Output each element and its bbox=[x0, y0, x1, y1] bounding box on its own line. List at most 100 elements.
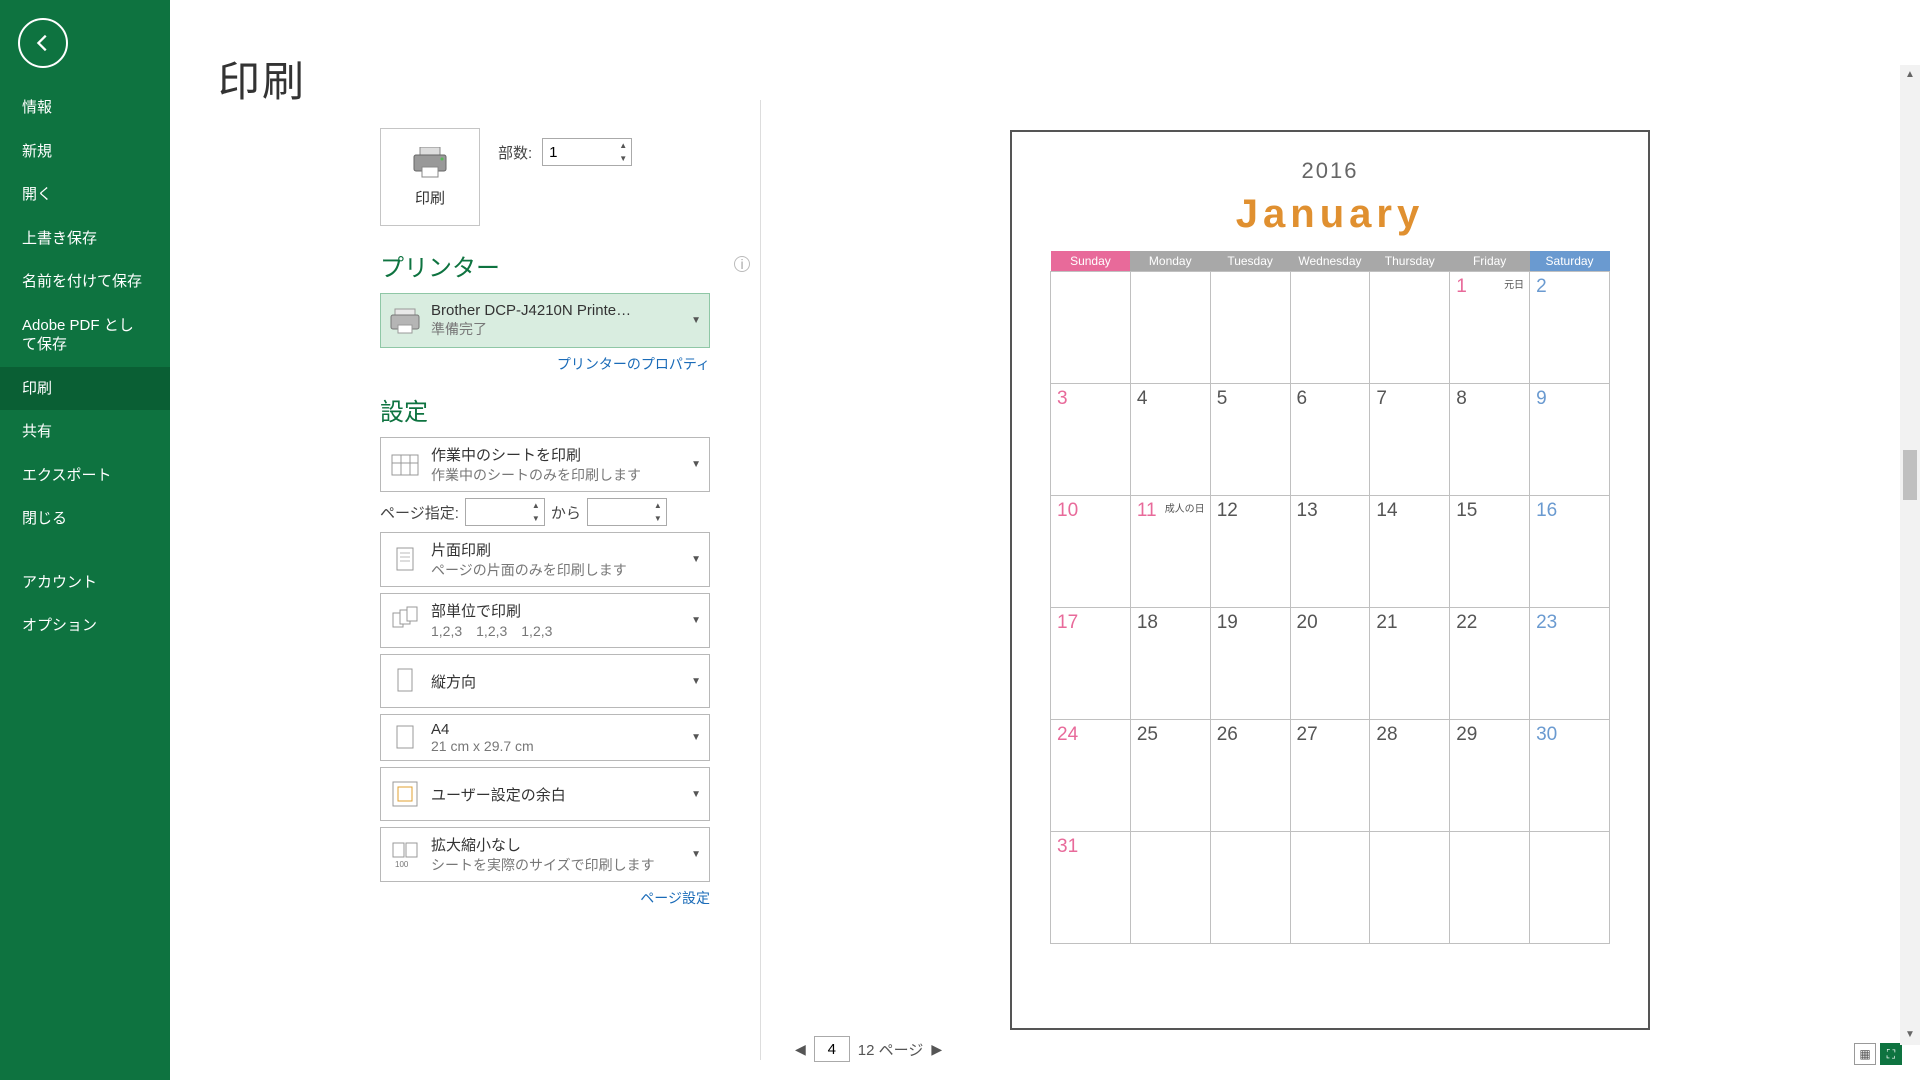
calendar-cell bbox=[1290, 832, 1370, 944]
calendar-cell: 4 bbox=[1130, 384, 1210, 496]
print-button-label: 印刷 bbox=[415, 187, 445, 208]
sidebar-item[interactable]: 名前を付けて保存 bbox=[0, 260, 170, 304]
calendar-cell: 1元日 bbox=[1450, 272, 1530, 384]
sidebar-item[interactable]: Adobe PDF として保存 bbox=[0, 304, 170, 367]
copies-down-icon[interactable]: ▼ bbox=[615, 152, 631, 165]
calendar-table: SundayMondayTuesdayWednesdayThursdayFrid… bbox=[1050, 251, 1610, 944]
orientation-selector[interactable]: 縦方向 ▼ bbox=[380, 654, 710, 708]
print-button[interactable]: 印刷 bbox=[380, 128, 480, 226]
calendar-cell: 18 bbox=[1130, 608, 1210, 720]
calendar-cell: 22 bbox=[1450, 608, 1530, 720]
scaling-title: 拡大縮小なし bbox=[431, 834, 685, 855]
current-page-input[interactable] bbox=[814, 1036, 850, 1062]
sidebar-item[interactable]: 共有 bbox=[0, 410, 170, 454]
calendar-dow: Thursday bbox=[1370, 251, 1450, 272]
chevron-down-icon: ▼ bbox=[691, 676, 701, 687]
spin-up-icon[interactable]: ▲ bbox=[650, 499, 666, 512]
sidebar-item[interactable]: 開く bbox=[0, 173, 170, 217]
scaling-selector[interactable]: 100 拡大縮小なし シートを実際のサイズで印刷します ▼ bbox=[380, 827, 710, 882]
arrow-left-icon bbox=[32, 32, 54, 54]
chevron-down-icon: ▼ bbox=[691, 789, 701, 800]
calendar-cell: 6 bbox=[1290, 384, 1370, 496]
margins-icon bbox=[389, 778, 421, 810]
calendar-cell bbox=[1370, 272, 1450, 384]
next-page-icon[interactable]: ▶ bbox=[931, 1041, 942, 1058]
zoom-whole-page-icon[interactable]: ▦ bbox=[1854, 1043, 1876, 1065]
calendar-dow: Tuesday bbox=[1210, 251, 1290, 272]
calendar-cell: 3 bbox=[1051, 384, 1131, 496]
sides-title: 片面印刷 bbox=[431, 539, 685, 560]
settings-heading: 設定 bbox=[380, 392, 750, 427]
calendar-cell: 19 bbox=[1210, 608, 1290, 720]
prev-page-icon[interactable]: ◀ bbox=[795, 1041, 806, 1058]
chevron-down-icon: ▼ bbox=[691, 615, 701, 626]
scroll-down-icon[interactable]: ▼ bbox=[1900, 1025, 1920, 1045]
page-icon bbox=[389, 722, 421, 754]
spin-down-icon[interactable]: ▼ bbox=[650, 512, 666, 525]
calendar-cell: 2 bbox=[1530, 272, 1610, 384]
backstage-main: 印刷 印刷 部数: ▲ ▼ プリンター i bbox=[170, 0, 1920, 1080]
calendar-cell: 23 bbox=[1530, 608, 1610, 720]
sidebar-item[interactable]: 新規 bbox=[0, 130, 170, 174]
calendar-cell: 17 bbox=[1051, 608, 1131, 720]
calendar-dow: Friday bbox=[1450, 251, 1530, 272]
calendar-cell: 21 bbox=[1370, 608, 1450, 720]
calendar-cell: 8 bbox=[1450, 384, 1530, 496]
sidebar-item[interactable]: 印刷 bbox=[0, 367, 170, 411]
calendar-cell: 13 bbox=[1290, 496, 1370, 608]
spin-up-icon[interactable]: ▲ bbox=[528, 499, 544, 512]
calendar-cell bbox=[1290, 272, 1370, 384]
calendar-cell bbox=[1450, 832, 1530, 944]
backstage-sidebar: 情報新規開く上書き保存名前を付けて保存Adobe PDF として保存印刷共有エク… bbox=[0, 0, 170, 1080]
print-what-selector[interactable]: 作業中のシートを印刷 作業中のシートのみを印刷します ▼ bbox=[380, 437, 710, 492]
collate-icon bbox=[389, 605, 421, 637]
margins-selector[interactable]: ユーザー設定の余白 ▼ bbox=[380, 767, 710, 821]
calendar-cell: 15 bbox=[1450, 496, 1530, 608]
calendar-cell bbox=[1130, 272, 1210, 384]
spin-down-icon[interactable]: ▼ bbox=[528, 512, 544, 525]
svg-text:100: 100 bbox=[395, 860, 409, 869]
chevron-down-icon: ▼ bbox=[691, 732, 701, 743]
printer-selector[interactable]: Brother DCP-J4210N Printe… 準備完了 ▼ bbox=[380, 293, 710, 348]
calendar-cell: 10 bbox=[1051, 496, 1131, 608]
sidebar-item[interactable]: 閉じる bbox=[0, 497, 170, 541]
sidebar-item[interactable]: 上書き保存 bbox=[0, 217, 170, 261]
back-button[interactable] bbox=[18, 18, 68, 68]
info-icon[interactable]: i bbox=[734, 256, 750, 272]
sidebar-item[interactable]: オプション bbox=[0, 604, 170, 648]
sidebar-item[interactable]: 情報 bbox=[0, 86, 170, 130]
preview-scrollbar[interactable]: ▲ ▼ bbox=[1900, 65, 1920, 1045]
calendar-dow: Sunday bbox=[1051, 251, 1131, 272]
calendar-cell: 28 bbox=[1370, 720, 1450, 832]
sides-selector[interactable]: 片面印刷 ページの片面のみを印刷します ▼ bbox=[380, 532, 710, 587]
sidebar-item[interactable]: アカウント bbox=[0, 561, 170, 605]
calendar-cell: 9 bbox=[1530, 384, 1610, 496]
one-sided-icon bbox=[389, 544, 421, 576]
calendar-cell bbox=[1210, 272, 1290, 384]
printer-heading: プリンター i bbox=[380, 248, 750, 283]
print-what-title: 作業中のシートを印刷 bbox=[431, 444, 685, 465]
zoom-to-page-icon[interactable]: ⛶ bbox=[1880, 1043, 1902, 1065]
calendar-cell: 11成人の日 bbox=[1130, 496, 1210, 608]
chevron-down-icon: ▼ bbox=[691, 554, 701, 565]
calendar-month: January bbox=[1050, 192, 1610, 237]
calendar-cell: 30 bbox=[1530, 720, 1610, 832]
copies-up-icon[interactable]: ▲ bbox=[615, 139, 631, 152]
sides-sub: ページの片面のみを印刷します bbox=[431, 560, 685, 580]
collate-title: 部単位で印刷 bbox=[431, 600, 685, 621]
collate-selector[interactable]: 部単位で印刷 1,2,3 1,2,3 1,2,3 ▼ bbox=[380, 593, 710, 648]
printer-properties-link[interactable]: プリンターのプロパティ bbox=[380, 354, 710, 374]
paper-selector[interactable]: A4 21 cm x 29.7 cm ▼ bbox=[380, 714, 710, 761]
calendar-cell bbox=[1210, 832, 1290, 944]
calendar-year: 2016 bbox=[1050, 158, 1610, 184]
scroll-up-icon[interactable]: ▲ bbox=[1900, 65, 1920, 85]
chevron-down-icon: ▼ bbox=[691, 849, 701, 860]
calendar-cell bbox=[1130, 832, 1210, 944]
calendar-cell: 7 bbox=[1370, 384, 1450, 496]
calendar-cell: 25 bbox=[1130, 720, 1210, 832]
sidebar-item[interactable]: エクスポート bbox=[0, 454, 170, 498]
margins-title: ユーザー設定の余白 bbox=[431, 784, 685, 805]
print-what-sub: 作業中のシートのみを印刷します bbox=[431, 465, 685, 485]
page-setup-link[interactable]: ページ設定 bbox=[380, 888, 710, 908]
scroll-thumb[interactable] bbox=[1903, 450, 1917, 500]
